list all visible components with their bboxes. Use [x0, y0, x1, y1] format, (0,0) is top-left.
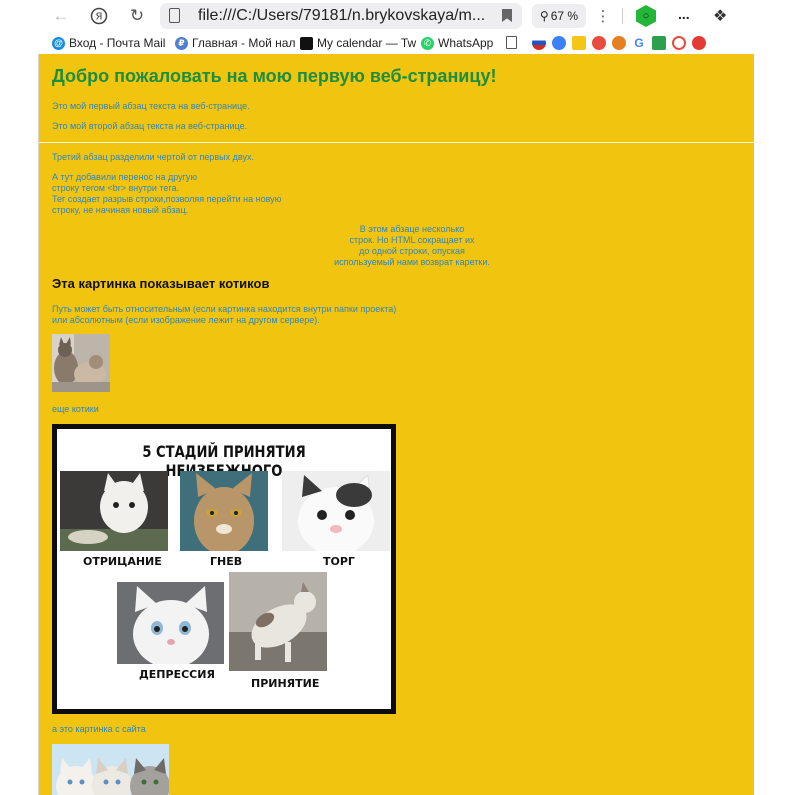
stage-label-bargaining: ТОРГ	[323, 555, 355, 568]
bookmark-label: Главная - Мой нал	[192, 36, 296, 50]
check-circle-icon[interactable]	[692, 36, 706, 50]
file-page-icon	[168, 8, 182, 24]
cat-photo-bargaining	[282, 471, 390, 551]
window-right-edge	[754, 0, 793, 795]
paragraph-1: Это мой первый абзац текста на веб-стран…	[52, 101, 250, 111]
paragraph-br: А тут добавили перенос на другую строку …	[52, 172, 281, 216]
extensions-overflow-icon[interactable]: ...	[678, 6, 690, 22]
address-bar[interactable]: file:///C:/Users/79181/n.brykovskaya/m..…	[160, 3, 522, 29]
paragraph-line: строку тегом <br> внутри тега.	[52, 183, 180, 193]
five-stages-meme: 5 СТАДИЙ ПРИНЯТИЯ НЕИЗБЕЖНОГО ОТРИЦАНИЕ …	[52, 424, 396, 714]
toolbar-separator	[622, 8, 623, 24]
bookmark-calendar[interactable]: My calendar — Tw	[300, 36, 416, 50]
whatsapp-icon: ✆	[421, 36, 434, 50]
bookmark-label: My calendar — Tw	[317, 36, 417, 50]
cat-photo-depression	[117, 582, 224, 664]
flag-icon[interactable]	[532, 36, 546, 50]
horizontal-rule	[39, 142, 754, 143]
tax-icon: ₽	[175, 36, 188, 50]
zoom-indicator[interactable]: ⚲ 67 %	[532, 4, 586, 28]
paragraph-line: строку, не начиная новый абзац.	[52, 205, 189, 215]
window-left-edge	[0, 0, 39, 795]
bookmark-label: WhatsApp	[438, 36, 494, 50]
search-q-icon[interactable]	[672, 36, 686, 50]
bookmark-blue-icon[interactable]	[552, 36, 566, 50]
paragraph-line: используемый нами возврат каретки.	[334, 257, 490, 267]
bookmark-icon[interactable]	[502, 9, 512, 22]
more-cats-text: еще котики	[52, 404, 99, 414]
page-viewport: Добро пожаловать на мою первую веб-стран…	[39, 54, 754, 795]
paragraph-line: Тег создает разрыв строки,позволяя перей…	[52, 194, 282, 204]
more-menu-icon[interactable]: ⋮	[590, 3, 616, 29]
zoom-magnifier-icon: ⚲	[539, 9, 549, 23]
back-arrow-icon[interactable]: ←	[48, 3, 74, 29]
mail-icon: @	[52, 36, 65, 50]
cat-photo-acceptance	[229, 572, 327, 671]
document-icon	[506, 36, 517, 49]
page-title: Добро пожаловать на мою первую веб-стран…	[52, 66, 497, 86]
bookmark-whatsapp[interactable]: ✆ WhatsApp	[421, 36, 493, 50]
paragraph-line: строк. Но HTML сокращает их	[349, 235, 475, 245]
bookmark-red-icon[interactable]	[592, 36, 606, 50]
browser-toolbar: ← Я ↻ file:///C:/Users/79181/n.brykovska…	[38, 0, 754, 32]
cats-photo-from-site	[52, 744, 169, 795]
zoom-level: 67 %	[550, 9, 579, 23]
cats-heading: Эта картинка показывает котиков	[52, 276, 270, 291]
cat-photo-anger	[180, 471, 268, 551]
bookmark-mail[interactable]: @ Вход - Почта Mail	[52, 36, 165, 50]
centered-paragraph: В этом абзаце несколько строк. Но HTML с…	[52, 224, 754, 268]
stage-label-denial: ОТРИЦАНИЕ	[83, 555, 162, 568]
cat-photo-denial	[60, 471, 168, 551]
protect-extension-icon[interactable]: ○	[636, 5, 656, 27]
bookmark-icons-group: G	[532, 36, 706, 50]
stage-label-anger: ГНЕВ	[210, 555, 243, 568]
calendar-icon	[300, 36, 313, 50]
bookmarks-bar: @ Вход - Почта Mail ₽ Главная - Мой нал …	[38, 32, 754, 54]
stage-label-acceptance: ПРИНЯТИЕ	[251, 677, 320, 690]
cats-photo-small	[52, 334, 110, 392]
paragraph-line: В этом абзаце несколько	[359, 224, 465, 234]
reload-icon[interactable]: ↻	[124, 3, 150, 29]
site-image-caption: а это картинка с сайта	[52, 724, 146, 734]
bookmark-label: Вход - Почта Mail	[69, 36, 166, 50]
envelope-icon[interactable]	[572, 36, 586, 50]
paragraph-3: Третий абзац разделили чертой от первых …	[52, 152, 254, 162]
extensions-puzzle-icon[interactable]: ❖	[713, 6, 727, 26]
bookmark-tax[interactable]: ₽ Главная - Мой нал	[175, 36, 295, 50]
address-text[interactable]: file:///C:/Users/79181/n.brykovskaya/m..…	[198, 7, 488, 25]
paragraph-line: до одной строки, опуская	[359, 246, 465, 256]
paragraph-line: А тут добавили перенос на другую	[52, 172, 198, 182]
svg-text:Я: Я	[96, 12, 103, 23]
stage-label-depression: ДЕПРЕССИЯ	[139, 668, 215, 681]
bookmark-orange-icon[interactable]	[612, 36, 626, 50]
bookmark-doc[interactable]	[506, 36, 521, 49]
bookmark-green-icon[interactable]	[652, 36, 666, 50]
paragraph-line: или абсолютным (если изображение лежит н…	[52, 315, 320, 325]
paragraph-2: Это мой второй абзац текста на веб-стран…	[52, 121, 248, 131]
meme-canvas: 5 СТАДИЙ ПРИНЯТИЯ НЕИЗБЕЖНОГО ОТРИЦАНИЕ …	[57, 429, 391, 709]
paragraph-line: Путь может быть относительным (если карт…	[52, 304, 397, 314]
yandex-icon[interactable]: Я	[86, 3, 112, 29]
path-paragraph: Путь может быть относительным (если карт…	[52, 304, 396, 326]
google-icon[interactable]: G	[632, 36, 646, 50]
